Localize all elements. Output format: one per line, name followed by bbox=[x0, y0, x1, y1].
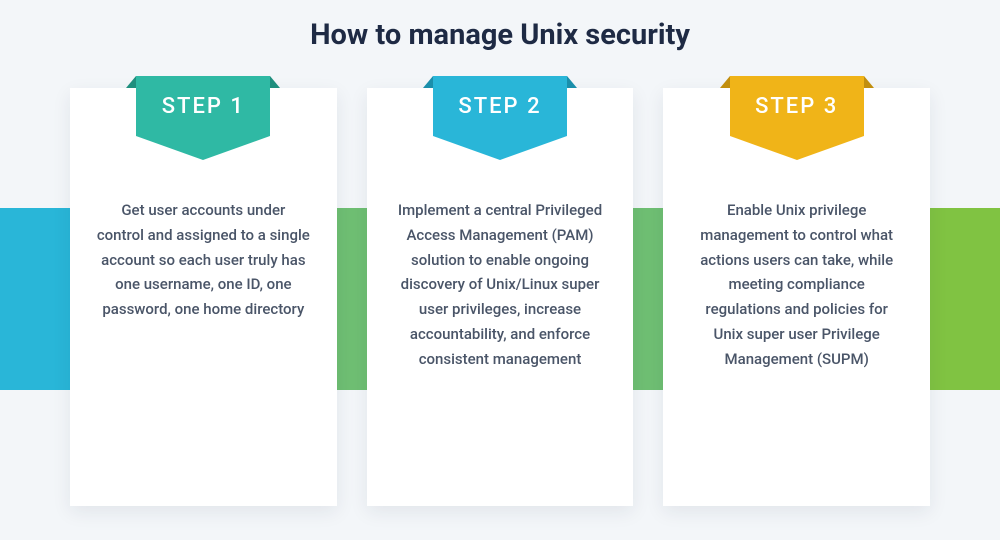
ribbon-point-icon bbox=[433, 136, 567, 160]
ribbon-point-icon bbox=[730, 136, 864, 160]
step-text-3: Enable Unix privilege management to cont… bbox=[689, 198, 904, 371]
step-ribbon-label: STEP 2 bbox=[433, 76, 567, 136]
step-text-1: Get user accounts under control and assi… bbox=[96, 198, 311, 322]
step-ribbon-2: STEP 2 bbox=[433, 76, 567, 160]
step-ribbon-1: STEP 1 bbox=[136, 76, 270, 160]
step-ribbon-label: STEP 1 bbox=[136, 76, 270, 136]
ribbon-point-icon bbox=[136, 136, 270, 160]
page-title: How to manage Unix security bbox=[0, 0, 1000, 62]
ribbon-fold-right-icon bbox=[270, 76, 280, 88]
step-text-2: Implement a central Privileged Access Ma… bbox=[393, 198, 608, 371]
step-card-2: STEP 2 Implement a central Privileged Ac… bbox=[367, 88, 634, 506]
step-ribbon-3: STEP 3 bbox=[730, 76, 864, 160]
ribbon-fold-right-icon bbox=[567, 76, 577, 88]
step-card-1: STEP 1 Get user accounts under control a… bbox=[70, 88, 337, 506]
step-card-3: STEP 3 Enable Unix privilege management … bbox=[663, 88, 930, 506]
ribbon-fold-left-icon bbox=[423, 76, 433, 88]
ribbon-fold-left-icon bbox=[126, 76, 136, 88]
steps-row: STEP 1 Get user accounts under control a… bbox=[0, 88, 1000, 506]
ribbon-fold-left-icon bbox=[720, 76, 730, 88]
step-ribbon-label: STEP 3 bbox=[730, 76, 864, 136]
ribbon-fold-right-icon bbox=[864, 76, 874, 88]
